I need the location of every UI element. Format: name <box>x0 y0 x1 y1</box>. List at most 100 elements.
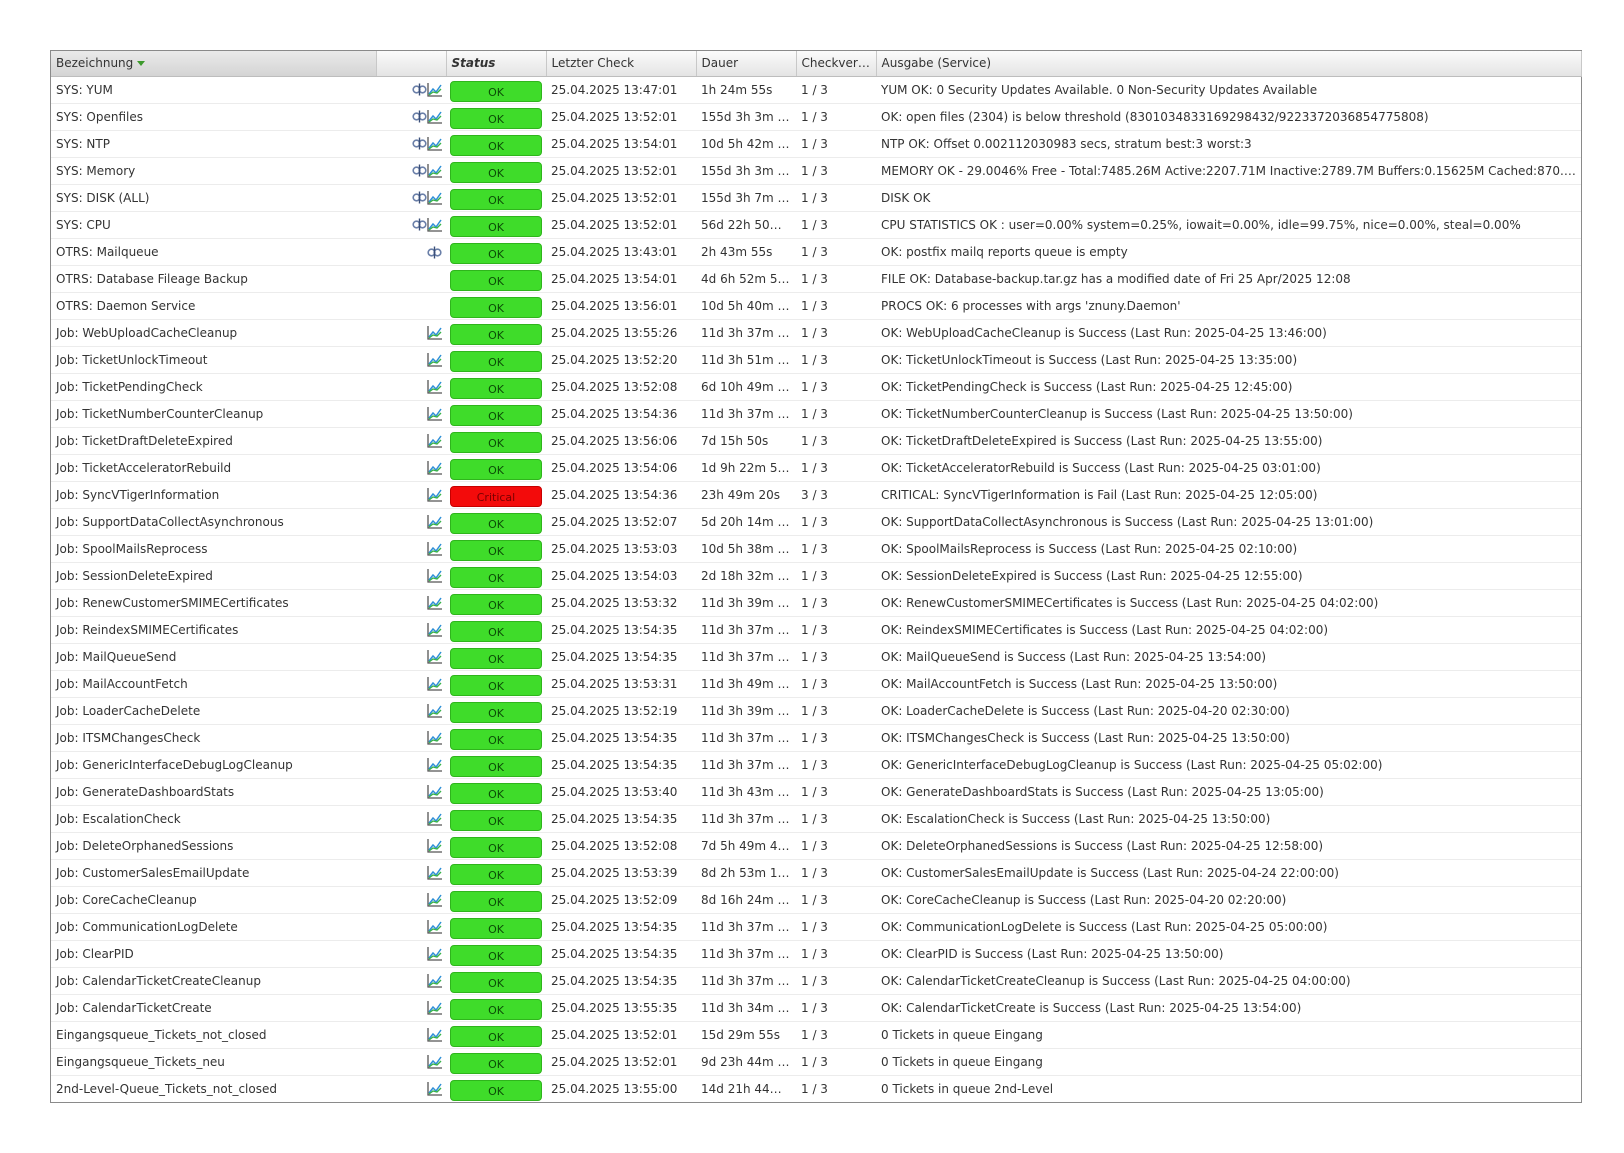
service-name[interactable]: SYS: YUM <box>51 76 376 104</box>
table-row[interactable]: Eingangsqueue_Tickets_neu OK 25.04.2025 13… <box>51 1048 1581 1076</box>
service-name[interactable]: Job: TicketDraftDeleteExpired <box>51 427 376 455</box>
service-name[interactable]: Job: SpoolMailsReprocess <box>51 535 376 563</box>
column-header-output[interactable]: Ausgabe (Service) <box>876 51 1582 77</box>
column-header-attempts[interactable]: Checkvers... <box>796 51 877 77</box>
service-name[interactable]: OTRS: Daemon Service <box>51 292 376 320</box>
table-row[interactable]: Job: GenericInterfaceDebugLogCleanup OK 25… <box>51 751 1581 779</box>
table-row[interactable]: Job: SupportDataCollectAsynchronous OK 25.… <box>51 508 1581 536</box>
service-name[interactable]: Job: GenerateDashboardStats <box>51 778 376 806</box>
service-name[interactable]: Job: CoreCacheCleanup <box>51 886 376 914</box>
service-name[interactable]: Job: TicketAcceleratorRebuild <box>51 454 376 482</box>
table-row[interactable]: Job: ClearPID OK 25.04.2025 13:54:35 11d 3h… <box>51 940 1581 968</box>
table-row[interactable]: SYS: CPU OK 25.04.2025 13:52:01 56d 22h 50m… <box>51 211 1581 239</box>
action-icon[interactable] <box>427 246 442 259</box>
column-header-duration[interactable]: Dauer <box>696 51 797 77</box>
table-row[interactable]: Job: CalendarTicketCreate OK 25.04.2025 13… <box>51 994 1581 1022</box>
action-icon[interactable] <box>412 137 427 150</box>
service-name[interactable]: Job: CustomerSalesEmailUpdate <box>51 859 376 887</box>
table-row[interactable]: SYS: Openfiles OK 25.04.2025 13:52:01 155d … <box>51 103 1581 131</box>
graph-icon[interactable] <box>427 676 442 691</box>
graph-icon[interactable] <box>427 460 442 475</box>
service-name[interactable]: Job: TicketNumberCounterCleanup <box>51 400 376 428</box>
graph-icon[interactable] <box>427 730 442 745</box>
graph-icon[interactable] <box>427 1054 442 1069</box>
service-name[interactable]: Job: SyncVTigerInformation <box>51 481 376 509</box>
service-name[interactable]: Job: ITSMChangesCheck <box>51 724 376 752</box>
graph-icon[interactable] <box>427 163 442 178</box>
service-name[interactable]: Job: GenericInterfaceDebugLogCleanup <box>51 751 376 779</box>
table-row[interactable]: Job: CoreCacheCleanup OK 25.04.2025 13:52:… <box>51 886 1581 914</box>
table-row[interactable]: Job: CommunicationLogDelete OK 25.04.2025 … <box>51 913 1581 941</box>
table-row[interactable]: Job: GenerateDashboardStats OK 25.04.2025 … <box>51 778 1581 806</box>
table-row[interactable]: 2nd-Level-Queue_Tickets_not_closed OK 25.0… <box>51 1075 1581 1102</box>
graph-icon[interactable] <box>427 1082 442 1096</box>
graph-icon[interactable] <box>427 1000 442 1015</box>
service-name[interactable]: Job: MailAccountFetch <box>51 670 376 698</box>
graph-icon[interactable] <box>427 325 442 340</box>
action-icon[interactable] <box>412 110 427 123</box>
action-icon[interactable] <box>412 191 427 204</box>
table-row[interactable]: Job: DeleteOrphanedSessions OK 25.04.2025 … <box>51 832 1581 860</box>
table-row[interactable]: Eingangsqueue_Tickets_not_closed OK 25.04.… <box>51 1021 1581 1049</box>
graph-icon[interactable] <box>427 1027 442 1042</box>
table-row[interactable]: OTRS: Daemon Service OK 25.04.2025 13:56:0… <box>51 292 1581 320</box>
graph-icon[interactable] <box>427 136 442 151</box>
graph-icon[interactable] <box>427 433 442 448</box>
service-name[interactable]: OTRS: Mailqueue <box>51 238 376 266</box>
table-row[interactable]: SYS: NTP OK 25.04.2025 13:54:01 10d 5h 42m … <box>51 130 1581 158</box>
table-row[interactable]: Job: TicketPendingCheck OK 25.04.2025 13:5… <box>51 373 1581 401</box>
service-name[interactable]: SYS: Memory <box>51 157 376 185</box>
action-icon[interactable] <box>412 83 427 96</box>
action-icon[interactable] <box>412 218 427 231</box>
service-name[interactable]: Job: CommunicationLogDelete <box>51 913 376 941</box>
service-name[interactable]: Job: TicketUnlockTimeout <box>51 346 376 374</box>
table-row[interactable]: Job: TicketUnlockTimeout OK 25.04.2025 13:… <box>51 346 1581 374</box>
column-header-last-check[interactable]: Letzter Check <box>546 51 697 77</box>
table-row[interactable]: Job: EscalationCheck OK 25.04.2025 13:54:3… <box>51 805 1581 833</box>
service-name[interactable]: SYS: DISK (ALL) <box>51 184 376 212</box>
graph-icon[interactable] <box>427 406 442 421</box>
table-row[interactable]: Job: SessionDeleteExpired OK 25.04.2025 13… <box>51 562 1581 590</box>
service-name[interactable]: Job: MailQueueSend <box>51 643 376 671</box>
service-name[interactable]: Job: LoaderCacheDelete <box>51 697 376 725</box>
table-row[interactable]: Job: ITSMChangesCheck OK 25.04.2025 13:54:… <box>51 724 1581 752</box>
table-row[interactable]: Job: SyncVTigerInformation Critical 25.04.… <box>51 481 1581 509</box>
service-name[interactable]: SYS: CPU <box>51 211 376 239</box>
graph-icon[interactable] <box>427 973 442 988</box>
graph-icon[interactable] <box>427 622 442 637</box>
table-row[interactable]: SYS: YUM OK 25.04.2025 13:47:01 1h 24m 55s 1… <box>51 76 1581 104</box>
graph-icon[interactable] <box>427 946 442 961</box>
table-row[interactable]: SYS: Memory OK 25.04.2025 13:52:01 155d 3h … <box>51 157 1581 185</box>
table-row[interactable]: Job: MailAccountFetch OK 25.04.2025 13:53:… <box>51 670 1581 698</box>
table-row[interactable]: Job: ReindexSMIMECertificates OK 25.04.202… <box>51 616 1581 644</box>
column-header-status[interactable]: Status <box>446 51 547 77</box>
graph-icon[interactable] <box>427 379 442 394</box>
graph-icon[interactable] <box>427 514 442 529</box>
graph-icon[interactable] <box>427 541 442 556</box>
graph-icon[interactable] <box>427 811 442 826</box>
service-name[interactable]: Job: SupportDataCollectAsynchronous <box>51 508 376 536</box>
table-row[interactable]: Job: RenewCustomerSMIMECertificates OK 25.… <box>51 589 1581 617</box>
graph-icon[interactable] <box>427 109 442 124</box>
service-name[interactable]: Job: ReindexSMIMECertificates <box>51 616 376 644</box>
table-row[interactable]: OTRS: Database Fileage Backup OK 25.04.202… <box>51 265 1581 293</box>
table-row[interactable]: Job: CustomerSalesEmailUpdate OK 25.04.202… <box>51 859 1581 887</box>
table-row[interactable]: Job: TicketAcceleratorRebuild OK 25.04.202… <box>51 454 1581 482</box>
column-header-name[interactable]: Bezeichnung <box>51 51 377 77</box>
sort-descending-icon[interactable] <box>137 61 146 67</box>
graph-icon[interactable] <box>427 892 442 907</box>
table-row[interactable]: SYS: DISK (ALL) OK 25.04.2025 13:52:01 155d… <box>51 184 1581 212</box>
graph-icon[interactable] <box>427 595 442 610</box>
table-row[interactable]: Job: SpoolMailsReprocess OK 25.04.2025 13:… <box>51 535 1581 563</box>
graph-icon[interactable] <box>427 352 442 367</box>
table-row[interactable]: OTRS: Mailqueue OK 25.04.2025 13:43:01 2h 4… <box>51 238 1581 266</box>
table-row[interactable]: Job: TicketNumberCounterCleanup OK 25.04.2… <box>51 400 1581 428</box>
graph-icon[interactable] <box>427 838 442 853</box>
service-name[interactable]: 2nd-Level-Queue_Tickets_not_closed <box>51 1075 376 1102</box>
service-name[interactable]: Job: DeleteOrphanedSessions <box>51 832 376 860</box>
graph-icon[interactable] <box>427 784 442 799</box>
graph-icon[interactable] <box>427 217 442 232</box>
graph-icon[interactable] <box>427 919 442 934</box>
service-name[interactable]: Job: RenewCustomerSMIMECertificates <box>51 589 376 617</box>
action-icon[interactable] <box>412 164 427 177</box>
